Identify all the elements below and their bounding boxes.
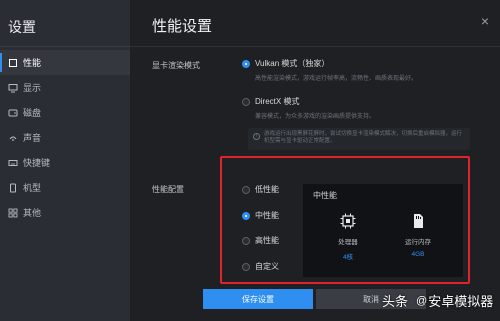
sidebar: 设置 性能 显示 磁盘 声音 快捷键 机型 其他 — [0, 0, 130, 321]
sidebar-item-label: 声音 — [23, 133, 42, 143]
render-tip: i 游戏运行出现黑屏花屏时，尝试切换显卡渲染模式解决，切换后重启模拟器，运行机型… — [248, 128, 470, 150]
sound-icon — [8, 133, 18, 143]
sidebar-item-other[interactable]: 其他 — [0, 200, 130, 225]
sidebar-item-label: 磁盘 — [23, 108, 42, 118]
watermark-account: 安卓模拟器 — [428, 294, 494, 309]
sidebar-item-label: 其他 — [23, 208, 42, 218]
sidebar-nav: 性能 显示 磁盘 声音 快捷键 机型 其他 — [0, 50, 130, 225]
sidebar-title: 设置 — [8, 19, 36, 35]
info-icon: i — [253, 133, 260, 140]
sidebar-item-display[interactable]: 显示 — [0, 75, 130, 100]
keyboard-icon — [8, 158, 18, 168]
watermark-at: @ — [416, 294, 428, 307]
sidebar-item-label: 显示 — [23, 83, 42, 93]
performance-label: 性能配置 — [152, 185, 184, 194]
sidebar-item-label: 快捷键 — [23, 158, 51, 168]
sidebar-item-label: 性能 — [23, 58, 42, 68]
monitor-icon — [8, 83, 18, 93]
header-divider — [130, 46, 500, 47]
sidebar-item-label: 机型 — [23, 183, 42, 193]
save-button[interactable]: 保存设置 — [203, 289, 313, 309]
tip-text: 游戏运行出现黑屏花屏时，尝试切换显卡渲染模式解决，切换后重启模拟器，运行机型需与… — [264, 131, 463, 144]
sidebar-divider — [0, 46, 130, 47]
phone-icon — [8, 183, 18, 193]
grid-icon — [8, 208, 18, 218]
watermark: 头条 @ 安卓模拟器 — [382, 291, 493, 310]
radio-dot — [242, 59, 250, 68]
square-icon — [8, 58, 18, 68]
radio-label: Vulkan 模式（独家） — [255, 59, 330, 68]
sidebar-item-shortcuts[interactable]: 快捷键 — [0, 150, 130, 175]
highlight-box — [220, 156, 470, 284]
sidebar-item-performance[interactable]: 性能 — [0, 50, 130, 75]
radio-vulkan[interactable]: Vulkan 模式（独家） — [242, 58, 329, 69]
render-mode-label: 显卡渲染模式 — [152, 61, 200, 70]
vulkan-desc: 高性能渲染模式，游戏运行帧率高，流畅性、画质表现最好。 — [255, 76, 418, 82]
radio-label: DirectX 模式 — [255, 97, 300, 106]
directx-desc: 兼容模式，为众多游戏的渲染画质提供支持。 — [255, 114, 376, 120]
page-title: 性能设置 — [152, 18, 213, 35]
sidebar-item-sound[interactable]: 声音 — [0, 125, 130, 150]
active-indicator — [0, 53, 2, 72]
sidebar-item-disk[interactable]: 磁盘 — [0, 100, 130, 125]
sidebar-item-model[interactable]: 机型 — [0, 175, 130, 200]
radio-dot — [242, 97, 250, 106]
disk-icon — [8, 108, 18, 118]
close-icon[interactable]: × — [478, 14, 492, 28]
radio-directx[interactable]: DirectX 模式 — [242, 96, 299, 107]
watermark-brand: 头条 — [382, 294, 409, 309]
